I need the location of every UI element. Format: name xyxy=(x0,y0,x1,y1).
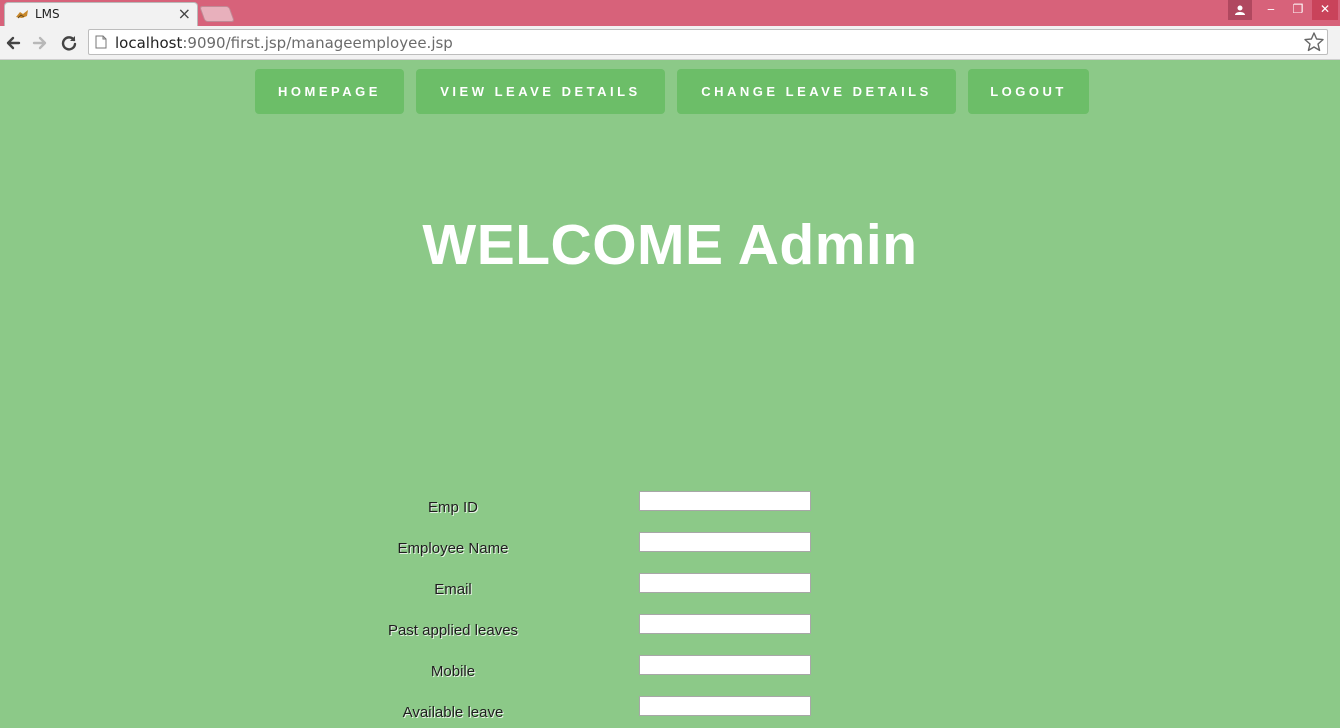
email-label: Email xyxy=(434,581,472,598)
mobile-input[interactable] xyxy=(639,655,811,675)
past-applied-leaves-label: Past applied leaves xyxy=(387,622,519,639)
user-icon xyxy=(1235,5,1245,15)
past-applied-leaves-input[interactable] xyxy=(639,614,811,634)
emp-id-input[interactable] xyxy=(639,491,811,511)
welcome-heading: WELCOME Admin xyxy=(422,213,918,277)
nav-change-leave-details-button[interactable]: CHANGE LEAVE DETAILS xyxy=(677,69,956,114)
url-text: localhost:9090/first.jsp/manageemployee.… xyxy=(115,34,453,52)
employee-name-input[interactable] xyxy=(639,532,811,552)
tomcat-favicon-icon xyxy=(16,10,28,19)
tab-close-icon[interactable]: × xyxy=(178,4,191,24)
url-host: localhost xyxy=(115,34,183,52)
browser-tab[interactable]: LMS × xyxy=(4,2,198,26)
user-profile-button[interactable] xyxy=(1228,0,1252,20)
back-arrow-icon[interactable] xyxy=(2,32,24,54)
email-input[interactable] xyxy=(639,573,811,593)
bookmark-star-icon[interactable] xyxy=(1303,31,1325,53)
browser-toolbar: localhost:9090/first.jsp/manageemployee.… xyxy=(0,26,1340,60)
tab-title: LMS xyxy=(35,7,60,21)
available-leave-input[interactable] xyxy=(639,696,811,716)
emp-id-label: Emp ID xyxy=(427,499,478,516)
employee-name-label: Employee Name xyxy=(397,540,509,557)
available-leave-label: Available leave xyxy=(402,704,504,721)
nav-homepage-button[interactable]: HOMEPAGE xyxy=(255,69,404,114)
browser-titlebar: LMS × ‒ ❐ ✕ xyxy=(0,0,1340,26)
minimize-icon[interactable]: ‒ xyxy=(1258,0,1284,20)
mobile-label: Mobile xyxy=(430,663,476,680)
url-path: :9090/first.jsp/manageemployee.jsp xyxy=(182,34,453,52)
close-window-icon[interactable]: ✕ xyxy=(1312,0,1338,20)
new-tab-button[interactable] xyxy=(199,6,235,22)
nav-logout-button[interactable]: LOGOUT xyxy=(968,69,1089,114)
forward-arrow-icon[interactable] xyxy=(29,32,51,54)
nav-view-leave-details-button[interactable]: VIEW LEAVE DETAILS xyxy=(416,69,665,114)
reload-icon[interactable] xyxy=(58,32,80,54)
page-icon xyxy=(95,35,107,49)
restore-icon[interactable]: ❐ xyxy=(1285,0,1311,20)
address-bar[interactable]: localhost:9090/first.jsp/manageemployee.… xyxy=(88,29,1328,55)
